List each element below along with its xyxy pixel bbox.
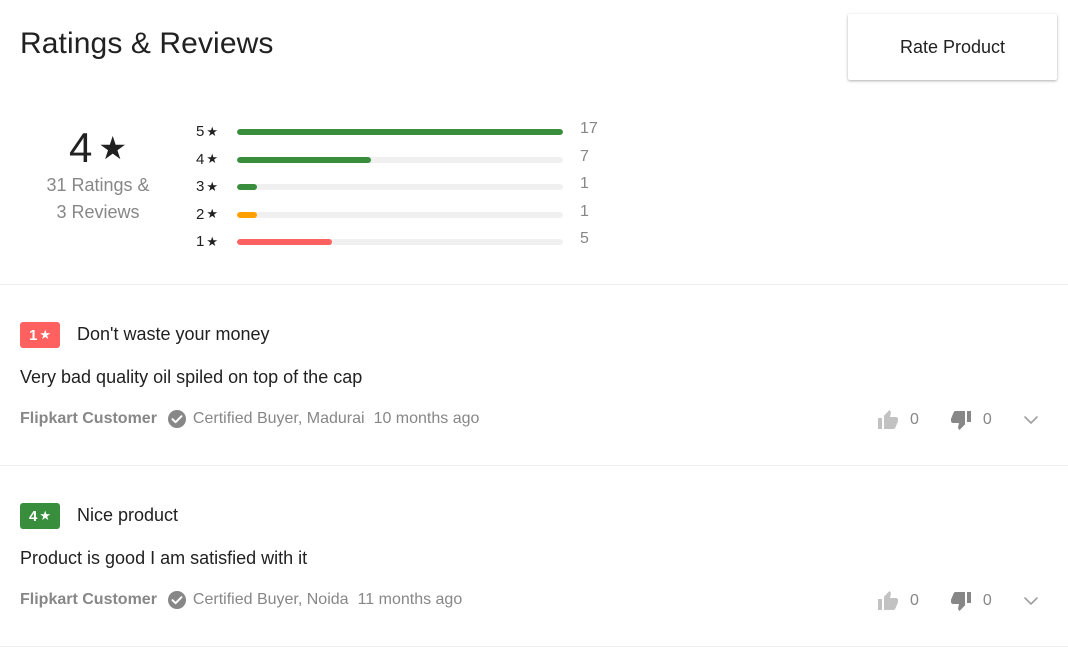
review-meta: Flipkart Customer Certified Buyer, Madur… (20, 409, 479, 429)
like-count: 0 (910, 411, 919, 428)
chevron-down-icon[interactable] (1022, 411, 1040, 429)
divider (0, 646, 1068, 647)
distribution-label: 4 ★ (196, 150, 218, 168)
review-text: Very bad quality oil spiled on top of th… (20, 367, 363, 387)
star-icon: ★ (39, 508, 51, 523)
review-text: Product is good I am satisfied with it (20, 548, 308, 568)
distribution-bar (237, 156, 563, 163)
distribution-count: 17 (580, 120, 598, 137)
distribution-count: 1 (580, 175, 589, 192)
page-title: Ratings & Reviews (20, 27, 274, 60)
certified-buyer: Certified Buyer, Madurai (192, 410, 365, 427)
ratings-reviews-page: Ratings & Reviews Rate Product 4 ★ 31 Ra… (0, 0, 1068, 657)
star-icon: ★ (206, 233, 218, 249)
rate-product-button[interactable]: Rate Product (848, 14, 1057, 80)
distribution-count: 1 (580, 202, 589, 220)
review-author: Flipkart Customer (20, 591, 157, 608)
distribution-bar (237, 239, 563, 245)
distribution-label: 3 ★ (196, 178, 218, 196)
distribution-bar-fill (237, 239, 332, 245)
dislike-count: 0 (982, 592, 992, 609)
distribution-count: 5 (580, 230, 589, 247)
review-author: Flipkart Customer (20, 410, 157, 427)
distribution-bar-fill (237, 184, 257, 190)
review-card: 4 ★ Nice product Product is good I am sat… (0, 466, 1068, 646)
distribution-bar-fill (237, 129, 563, 135)
distribution-bar (237, 184, 563, 190)
distribution-row-2: 2 ★ 1 (196, 201, 616, 229)
thumbs-down-icon (950, 411, 971, 430)
review-time: 10 months ago (373, 410, 480, 427)
thumbs-up-icon (878, 591, 898, 610)
chevron-down-icon[interactable] (1022, 592, 1040, 610)
ratings-count: 31 Ratings & (46, 175, 150, 195)
distribution-bar-fill (237, 156, 371, 163)
star-icon: ★ (206, 123, 218, 139)
average-rating-value: 4 (68, 124, 93, 171)
rating-distribution: 5 ★ 17 4 ★ 7 3 ★ 1 2 ★ 1 1 ★ 5 (196, 118, 616, 256)
distribution-label: 2 ★ (196, 205, 218, 223)
reviews-count: 3 Reviews (56, 202, 140, 222)
like-count: 0 (910, 592, 919, 609)
like-button[interactable]: 0 (876, 408, 919, 432)
review-meta: Flipkart Customer Certified Buyer, Noida… (20, 590, 462, 610)
review-actions: 0 0 (876, 408, 1040, 432)
rating-badge: 4 ★ (20, 503, 60, 529)
star-icon: ★ (98, 130, 128, 166)
star-icon: ★ (206, 151, 218, 167)
distribution-bar-fill (237, 211, 257, 218)
distribution-row-1: 1 ★ 5 (196, 228, 616, 256)
review-card: 1 ★ Don't waste your money Very bad quali… (0, 285, 1068, 465)
distribution-row-3: 3 ★ 1 (196, 173, 616, 201)
distribution-count: 7 (580, 147, 589, 165)
thumbs-down-icon (950, 592, 971, 611)
distribution-bar (237, 129, 563, 135)
rating-summary: 4 ★ 31 Ratings & 3 Reviews 5 ★ 17 4 ★ 7 3 ★… (0, 100, 1068, 284)
like-button[interactable]: 0 (876, 589, 919, 613)
check-circle-icon (167, 410, 186, 428)
check-circle-icon (167, 591, 186, 609)
distribution-row-5: 5 ★ 17 (196, 118, 616, 146)
distribution-row-4: 4 ★ 7 (196, 146, 616, 174)
dislike-button[interactable]: 0 (949, 408, 992, 432)
average-rating: 4 ★ 31 Ratings & 3 Reviews (20, 124, 176, 226)
certified-buyer: Certified Buyer, Noida (192, 591, 349, 608)
review-time: 11 months ago (357, 591, 463, 608)
dislike-button[interactable]: 0 (949, 589, 992, 613)
distribution-label: 1 ★ (196, 233, 218, 251)
ratings-header: Ratings & Reviews Rate Product (0, 0, 1068, 100)
dislike-count: 0 (982, 411, 992, 428)
distribution-label: 5 ★ (196, 123, 218, 141)
rating-badge: 1 ★ (20, 322, 60, 348)
star-icon: ★ (39, 327, 51, 342)
review-actions: 0 0 (876, 589, 1040, 613)
star-icon: ★ (206, 206, 218, 222)
review-title: Nice product (77, 505, 179, 525)
thumbs-up-icon (878, 410, 898, 429)
distribution-bar (237, 211, 563, 218)
review-title: Don't waste your money (77, 324, 270, 344)
star-icon: ★ (206, 178, 218, 194)
